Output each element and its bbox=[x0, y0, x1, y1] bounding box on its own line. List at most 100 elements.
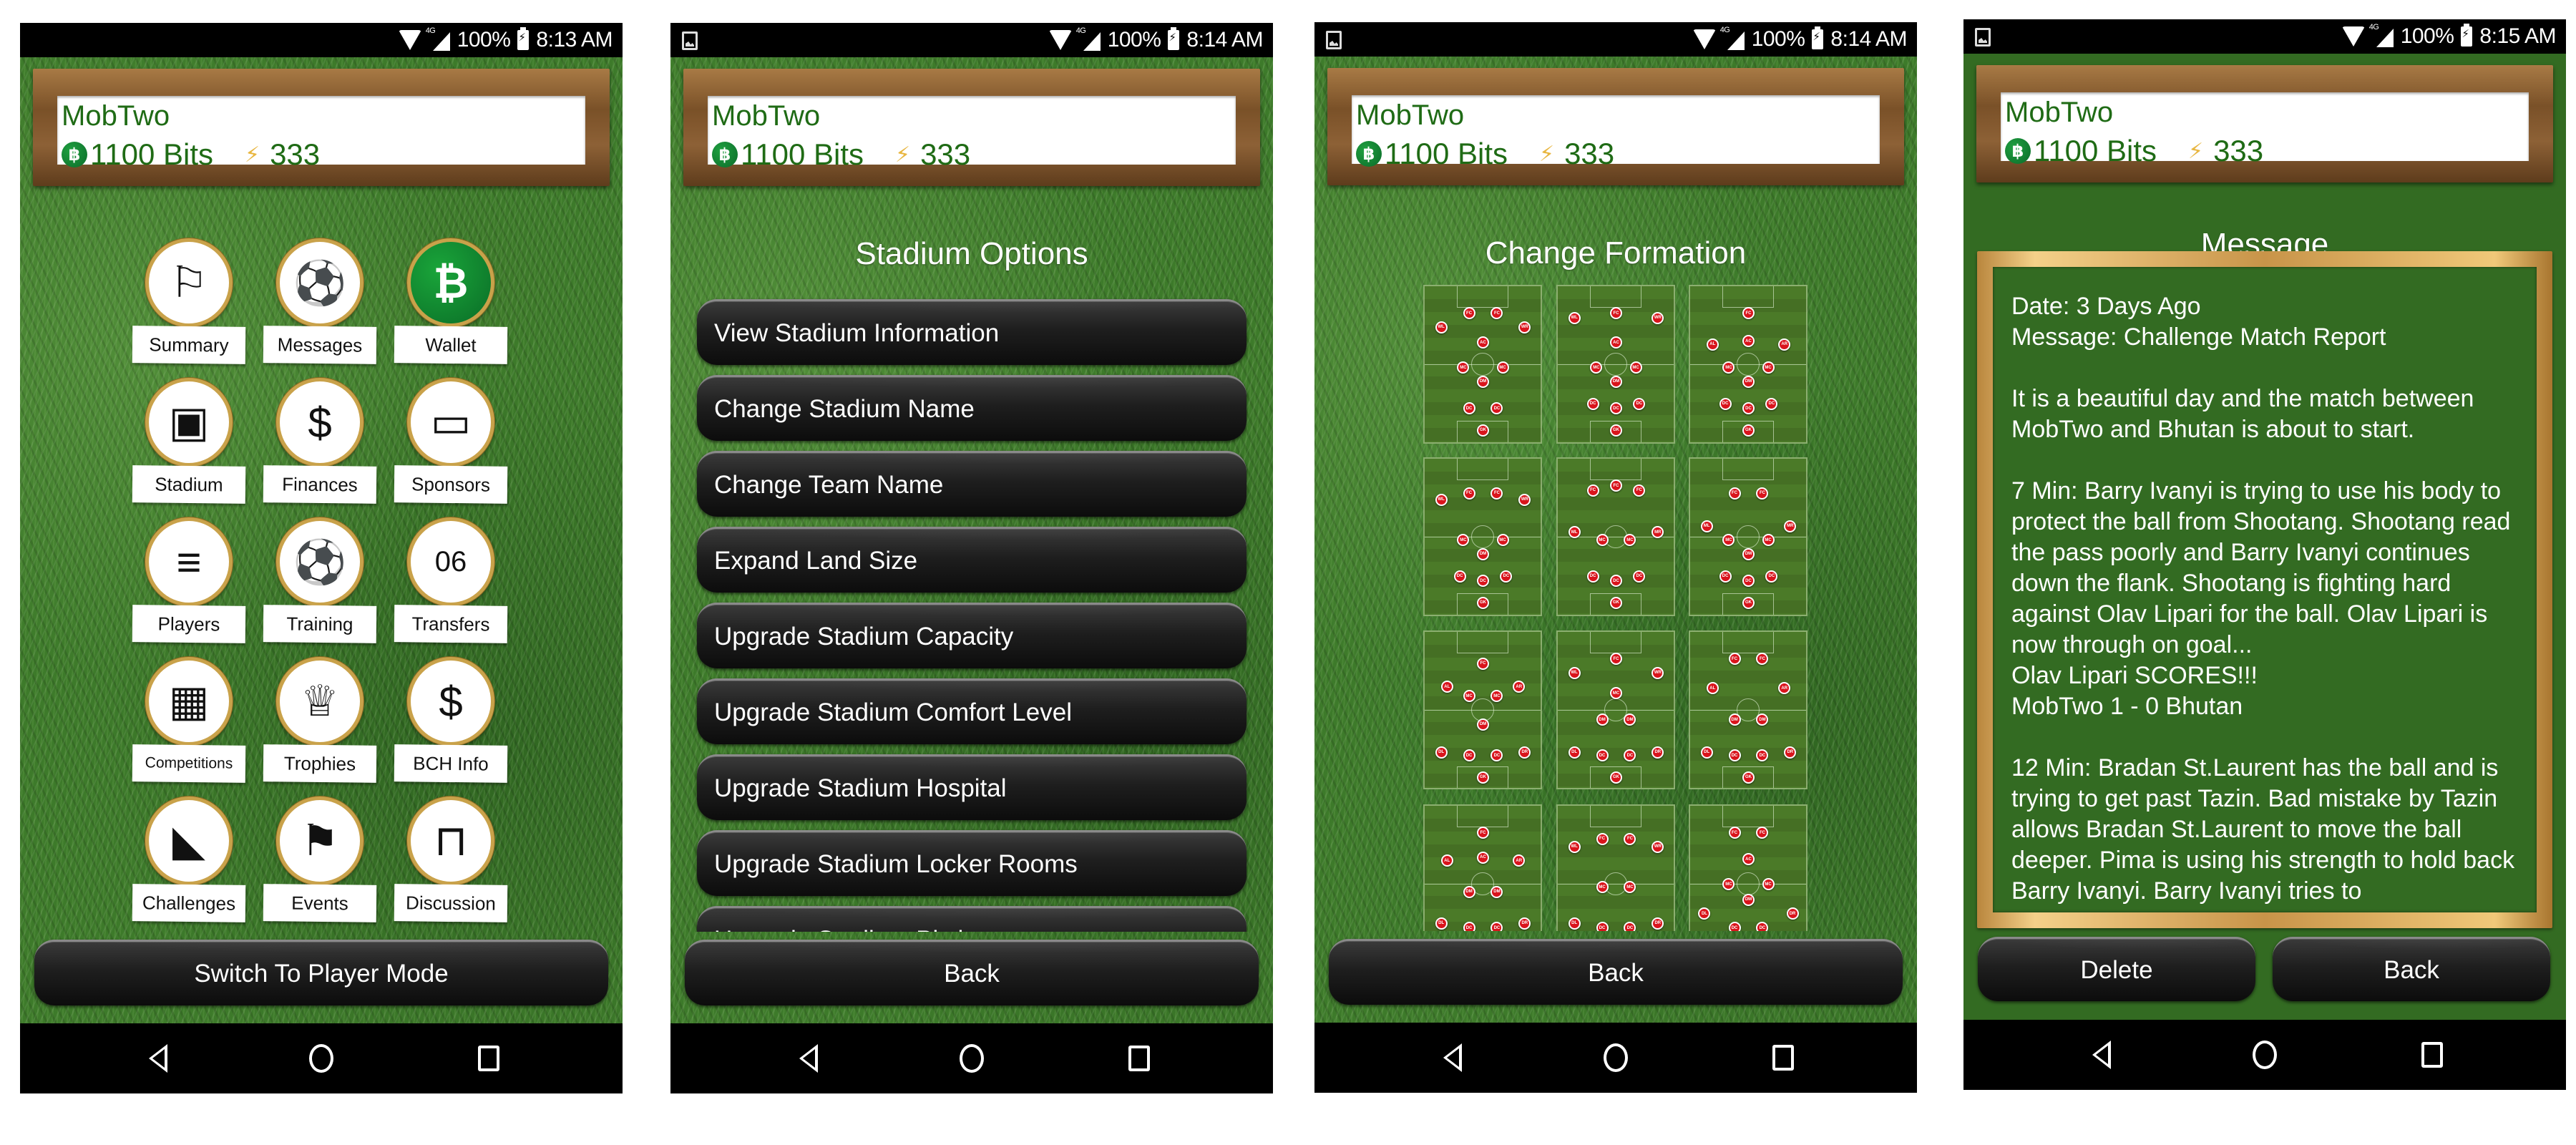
nav-home-button[interactable] bbox=[1598, 1040, 1634, 1076]
menu-item-competitions[interactable]: ▦ Competitions bbox=[132, 657, 247, 786]
player-position-marker: FC bbox=[1491, 487, 1503, 500]
player-position-marker: WL bbox=[1568, 840, 1581, 853]
player-position-marker: MC bbox=[1496, 534, 1509, 547]
nav-home-button[interactable] bbox=[303, 1041, 339, 1076]
nav-home-button[interactable] bbox=[2247, 1037, 2283, 1073]
player-position-marker: DM bbox=[1463, 885, 1475, 898]
player-position-marker: FC bbox=[1728, 653, 1741, 666]
stadium-option-upgrade-stadium-hospital-button[interactable]: Upgrade Stadium Hospital bbox=[697, 754, 1246, 820]
menu-item-training[interactable]: ⚽ Training bbox=[263, 517, 378, 646]
formation-option[interactable]: FCFCWLWRMCMCDLDCDCDRGK bbox=[1556, 804, 1675, 931]
message-frame: Date: 3 Days Ago Message: Challenge Matc… bbox=[1977, 251, 2552, 928]
pitch-marking bbox=[1590, 286, 1641, 308]
stadium-option-view-stadium-information-button[interactable]: View Stadium Information bbox=[697, 299, 1246, 365]
back-button[interactable]: Back bbox=[1329, 939, 1903, 1005]
player-position-marker: DC bbox=[1610, 575, 1622, 588]
player-position-marker: DR bbox=[1518, 917, 1531, 930]
menu-item-trophies[interactable]: ♕ Trophies bbox=[263, 657, 378, 786]
stadium-option-upgrade-stadium-comfort-level-button[interactable]: Upgrade Stadium Comfort Level bbox=[697, 678, 1246, 744]
pitch-marking bbox=[1590, 632, 1641, 653]
stadium-option-change-stadium-name-button[interactable]: Change Stadium Name bbox=[697, 375, 1246, 441]
nav-recents-button[interactable] bbox=[1765, 1040, 1801, 1076]
menu-item-finances[interactable]: $ Finances bbox=[263, 378, 378, 507]
clock: 8:14 AM bbox=[1186, 28, 1263, 52]
stadium-option-expand-land-size-button[interactable]: Expand Land Size bbox=[697, 527, 1246, 593]
menu-item-events[interactable]: ⚑ Events bbox=[263, 796, 378, 925]
battery-percent: 100% bbox=[2400, 24, 2454, 48]
player-position-marker: DL bbox=[1568, 746, 1581, 759]
seats-icon: ⊓ bbox=[407, 796, 494, 885]
stadium-option-upgrade-stadium-capacity-button[interactable]: Upgrade Stadium Capacity bbox=[697, 603, 1246, 668]
formation-option[interactable]: FC AL AC AR MC MC DM DC DC DC GK bbox=[1689, 285, 1807, 444]
status-bar: 4G 100% 8:14 AM bbox=[670, 23, 1273, 57]
menu-item-transfers[interactable]: 06 Transfers bbox=[394, 517, 509, 646]
formation-option[interactable]: FC FC FC ML MR MC MC DC DC DC GK bbox=[1556, 457, 1675, 616]
stadium-option-change-team-name-button[interactable]: Change Team Name bbox=[697, 451, 1246, 517]
menu-item-players[interactable]: ≡ Players bbox=[132, 517, 247, 646]
player-position-marker: FC bbox=[1633, 484, 1646, 497]
player-position-marker: FC bbox=[1477, 657, 1489, 670]
formation-option[interactable]: FC WL WR MC DM DM DL DC DC DR GK bbox=[1556, 630, 1675, 789]
nav-recents-button[interactable] bbox=[2414, 1037, 2450, 1073]
player-position-marker: FC bbox=[1624, 832, 1636, 845]
back-triangle-icon bbox=[799, 1044, 818, 1073]
pitch-marking bbox=[1471, 353, 1494, 376]
player-position-marker: GK bbox=[1742, 596, 1755, 609]
nav-home-button[interactable] bbox=[954, 1041, 990, 1076]
player-position-marker: WR bbox=[1652, 666, 1664, 679]
nav-back-button[interactable] bbox=[791, 1041, 826, 1076]
player-position-marker: MC bbox=[1629, 361, 1642, 374]
menu-item-wallet[interactable]: ₿ Wallet bbox=[394, 238, 509, 367]
recents-square-icon bbox=[1128, 1046, 1150, 1071]
nav-back-button[interactable] bbox=[1435, 1040, 1470, 1076]
player-position-marker: DC bbox=[1463, 922, 1475, 931]
stadium-option-upgrade-stadium-locker-rooms-button[interactable]: Upgrade Stadium Locker Rooms bbox=[697, 830, 1246, 896]
nav-recents-button[interactable] bbox=[471, 1041, 507, 1076]
delete-button[interactable]: Delete bbox=[1978, 937, 2255, 1001]
message-scroll-area[interactable]: Date: 3 Days Ago Message: Challenge Matc… bbox=[1993, 267, 2537, 912]
menu-item-challenges[interactable]: ◣ Challenges bbox=[132, 796, 247, 925]
player-position-marker: DR bbox=[1784, 746, 1797, 759]
back-button[interactable]: Back bbox=[685, 940, 1259, 1005]
player-position-marker: FC bbox=[1728, 487, 1741, 500]
menu-item-summary[interactable]: ⚐ Summary bbox=[132, 238, 247, 367]
home-circle-icon bbox=[2253, 1041, 2277, 1069]
formation-option[interactable]: FC FC WL WR AC MC MC DM DC DC GK bbox=[1423, 285, 1542, 444]
formation-option[interactable]: FC FC ML MR MC MC DM DC DC DC GK bbox=[1689, 457, 1807, 616]
menu-item-stadium[interactable]: ▣ Stadium bbox=[132, 378, 247, 507]
formation-option[interactable]: FC AL AR MC MC DM DL DC DC DR GK bbox=[1423, 630, 1542, 789]
menu-item-label: Summary bbox=[132, 326, 246, 364]
stadium-icon: ▣ bbox=[145, 378, 233, 467]
jersey-icon: ≡ bbox=[145, 517, 233, 606]
bch-coin-icon: ฿ bbox=[2005, 138, 2031, 164]
player-position-marker: DC bbox=[1596, 749, 1609, 762]
menu-item-discussion[interactable]: ⊓ Discussion bbox=[394, 796, 509, 925]
nav-back-button[interactable] bbox=[140, 1041, 176, 1076]
menu-item-label: Sponsors bbox=[394, 465, 508, 504]
formation-option[interactable]: FCFCACMCMCDMDLDRDCDCGK bbox=[1689, 804, 1807, 931]
player-position-marker: DM bbox=[1477, 547, 1489, 560]
formation-option[interactable]: FC WL WR AC MC MC DM DC DC DC GK bbox=[1556, 285, 1675, 444]
player-position-marker: DC bbox=[1491, 749, 1503, 762]
formation-option[interactable]: FCALACARDMDMDLDCDCDRGK bbox=[1423, 804, 1542, 931]
pitch-marking bbox=[1590, 459, 1641, 480]
player-position-marker: MC bbox=[1596, 534, 1609, 547]
pitch-marking bbox=[1457, 286, 1508, 308]
nav-recents-button[interactable] bbox=[1121, 1041, 1157, 1076]
player-position-marker: DL bbox=[1700, 746, 1713, 759]
player-position-marker: GK bbox=[1742, 771, 1755, 784]
player-position-marker: FC bbox=[1756, 487, 1769, 500]
phone-screen-menu: 4G 100% 8:13 AM MobTwo ฿ 1100 Bits ⚡ 333… bbox=[20, 23, 623, 1093]
menu-item-sponsors[interactable]: ▭ Sponsors bbox=[394, 378, 509, 507]
formation-option[interactable]: FC FC WL WR MC MC DM DC DC DC GK bbox=[1423, 457, 1542, 616]
player-position-marker: DR bbox=[1652, 917, 1664, 930]
nav-back-button[interactable] bbox=[2084, 1037, 2119, 1073]
formation-option[interactable]: FC FC AL AR DM DM DL DC DC DR GK bbox=[1689, 630, 1807, 789]
back-button[interactable]: Back bbox=[2273, 937, 2550, 1001]
home-circle-icon bbox=[960, 1044, 984, 1073]
menu-item-bch-info[interactable]: $ BCH Info bbox=[394, 657, 509, 786]
stadium-option-upgrade-stadium-pitch-button[interactable]: Upgrade Stadium Pitch bbox=[697, 906, 1246, 932]
wifi-icon bbox=[2341, 26, 2365, 47]
switch-to-player-mode-button[interactable]: Switch To Player Mode bbox=[34, 940, 608, 1005]
menu-item-messages[interactable]: ⚽ Messages bbox=[263, 238, 378, 367]
